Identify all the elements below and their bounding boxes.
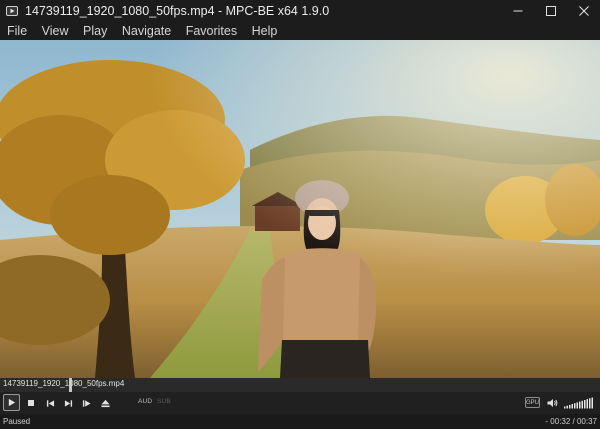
volume-bar <box>571 404 573 409</box>
seek-bar[interactable]: 14739119_1920_1080_50fps.mp4 <box>0 378 600 392</box>
eject-icon <box>100 399 110 407</box>
volume-bar <box>574 403 576 409</box>
play-icon <box>8 398 16 407</box>
mute-button[interactable] <box>546 395 558 411</box>
gpu-indicator: GPU <box>525 397 540 408</box>
maximize-icon <box>545 6 556 16</box>
next-button[interactable] <box>62 395 74 411</box>
stop-button[interactable] <box>25 395 37 411</box>
menu-view[interactable]: View <box>42 24 69 38</box>
eject-button[interactable] <box>99 395 111 411</box>
video-image <box>0 40 600 378</box>
frame-step-icon <box>82 399 91 407</box>
menu-help[interactable]: Help <box>252 24 278 38</box>
speaker-icon <box>547 399 557 407</box>
previous-button[interactable] <box>44 395 56 411</box>
menu-play[interactable]: Play <box>83 24 107 38</box>
volume-bar <box>589 398 591 409</box>
play-button[interactable] <box>3 394 20 411</box>
stop-icon <box>28 400 34 406</box>
menu-file[interactable]: File <box>7 24 27 38</box>
volume-bar <box>586 399 588 409</box>
maximize-button[interactable] <box>534 0 567 22</box>
volume-bar <box>569 404 571 409</box>
volume-bar <box>566 405 568 409</box>
volume-slider[interactable] <box>564 395 594 411</box>
volume-bar <box>576 402 578 409</box>
next-icon <box>64 399 72 407</box>
frame-step-button[interactable] <box>80 395 92 411</box>
seek-thumb[interactable] <box>69 378 72 392</box>
file-name-label: 14739119_1920_1080_50fps.mp4 <box>3 379 125 388</box>
playback-status: Paused <box>3 417 31 426</box>
subtitle-track-button[interactable]: SUB <box>157 398 171 405</box>
close-button[interactable] <box>567 0 600 22</box>
volume-bar <box>584 400 586 409</box>
menu-navigate[interactable]: Navigate <box>122 24 171 38</box>
volume-bar <box>581 400 583 409</box>
playback-controls: AUD SUB GPU <box>0 392 600 414</box>
volume-bars <box>564 397 593 409</box>
volume-bar <box>579 401 581 409</box>
title-bar: 14739119_1920_1080_50fps.mp4 - MPC-BE x6… <box>0 0 600 22</box>
audio-track-button[interactable]: AUD <box>138 398 152 405</box>
app-icon <box>6 5 18 17</box>
time-readout: - 00:32 / 00:37 <box>545 417 597 426</box>
close-icon <box>578 6 589 16</box>
volume-bar <box>591 397 593 409</box>
video-frame[interactable] <box>0 40 600 378</box>
status-bar: Paused - 00:32 / 00:37 <box>0 414 600 429</box>
minimize-icon <box>513 10 522 12</box>
volume-bar <box>564 406 566 409</box>
window-title: 14739119_1920_1080_50fps.mp4 - MPC-BE x6… <box>25 4 330 18</box>
previous-icon <box>46 399 54 407</box>
menu-favorites[interactable]: Favorites <box>186 24 237 38</box>
minimize-button[interactable] <box>501 0 534 22</box>
menu-bar: File View Play Navigate Favorites Help <box>0 22 600 40</box>
